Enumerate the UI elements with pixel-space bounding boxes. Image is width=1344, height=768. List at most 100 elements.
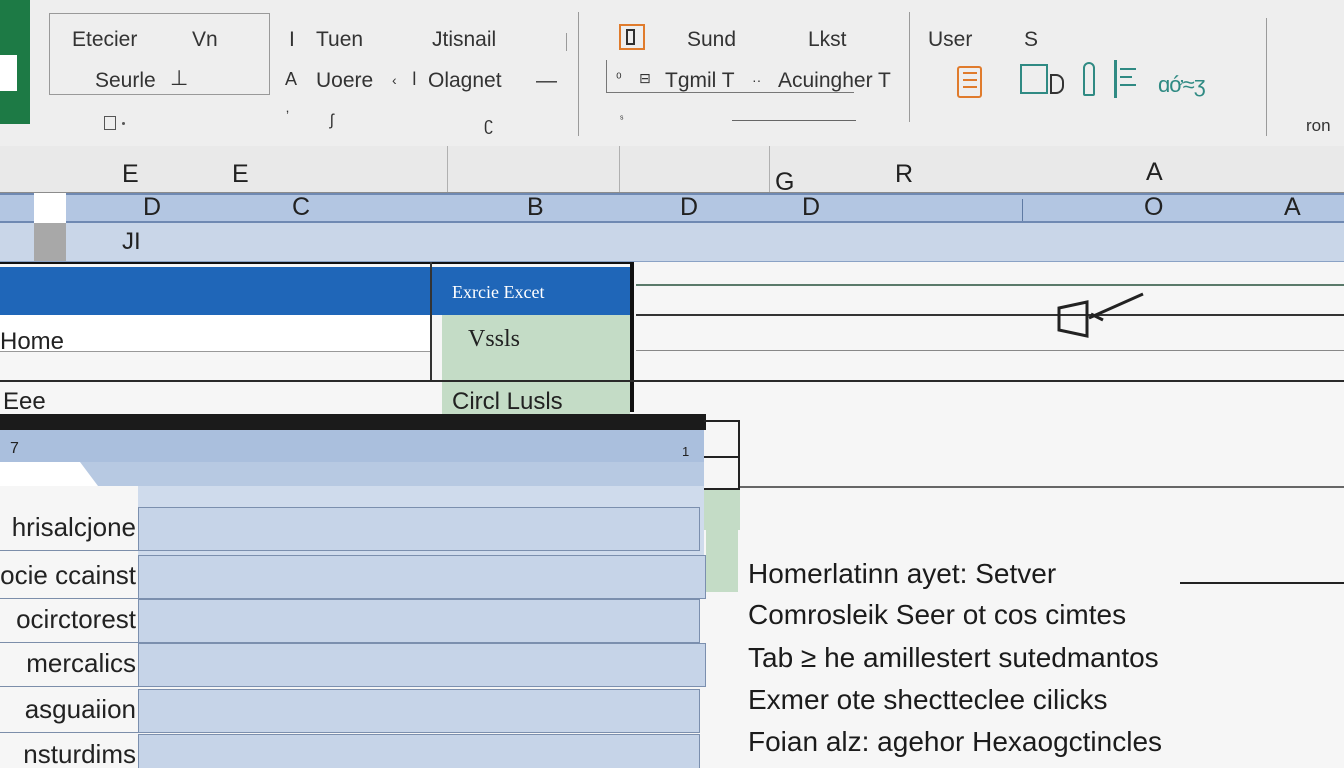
bullet-icon: ⁰ xyxy=(616,70,622,86)
formula-cell-label[interactable]: JI xyxy=(122,228,141,256)
panel-divider xyxy=(430,262,432,382)
justify-button[interactable]: Jtisnail xyxy=(432,28,496,52)
list-item-cell[interactable] xyxy=(138,689,700,733)
circl-label: Circl Lusls xyxy=(452,388,563,415)
group-divider xyxy=(578,12,579,136)
clipboard-icon[interactable] xyxy=(954,60,986,102)
column-letter[interactable]: D xyxy=(143,193,161,222)
align-top-button[interactable]: Tuen xyxy=(316,28,363,52)
column-letter[interactable]: O xyxy=(1144,193,1163,222)
column-letter[interactable]: B xyxy=(527,193,544,222)
list-button[interactable]: Lkst xyxy=(808,28,847,52)
list-item[interactable]: ocie ccainst xyxy=(0,555,138,599)
sheet-icon[interactable] xyxy=(104,116,116,130)
column-letter[interactable]: D xyxy=(680,193,698,222)
merge-icon[interactable]: ʗ xyxy=(484,114,493,135)
select-all-corner[interactable] xyxy=(34,193,66,223)
column-letter[interactable]: D xyxy=(802,193,820,222)
panel-header-text: Exrcie Excet xyxy=(452,282,545,302)
font-style-button[interactable]: Seurle xyxy=(95,69,156,93)
list-item[interactable]: ocirctorest xyxy=(0,599,138,643)
group-edge xyxy=(606,60,607,92)
column-header-label[interactable]: R xyxy=(895,160,913,189)
panel-border xyxy=(0,262,634,264)
list-icon[interactable] xyxy=(1112,60,1140,100)
column-header-label[interactable]: A xyxy=(1146,158,1163,187)
dash-icon: — xyxy=(536,69,557,92)
row-line xyxy=(0,351,430,352)
rotate-icon[interactable]: ʼ xyxy=(286,108,289,124)
sound-button[interactable]: Sund xyxy=(687,28,736,52)
excel-logo-icon[interactable] xyxy=(0,0,30,124)
row-header-corner[interactable] xyxy=(34,223,66,261)
row-line xyxy=(636,284,1344,286)
indent-icon[interactable]: ǀ xyxy=(412,69,417,90)
list-item-cell[interactable] xyxy=(138,643,706,687)
dots-icon: ·· xyxy=(752,72,762,88)
cell-styles-button[interactable]: Acuingher T xyxy=(778,69,891,93)
font-group-box xyxy=(49,13,270,95)
align-button[interactable]: Olagnet xyxy=(428,69,502,93)
s-button[interactable]: S xyxy=(1024,28,1038,52)
list-item-cell[interactable] xyxy=(138,734,700,768)
column-icon[interactable] xyxy=(1083,62,1095,96)
wrap-icon[interactable]: ʃ xyxy=(330,112,334,130)
filter-icon[interactable]: ⊟ xyxy=(639,70,651,87)
paint-icon[interactable] xyxy=(619,24,645,50)
note-underline xyxy=(1180,582,1344,584)
dot-icon xyxy=(122,122,125,125)
column-cell[interactable] xyxy=(770,146,1344,192)
font-name-button[interactable]: Etecier xyxy=(72,28,137,52)
panel-title-bar[interactable] xyxy=(0,267,430,315)
row-line xyxy=(636,314,1344,316)
side-green-cell[interactable] xyxy=(704,490,740,530)
group-divider xyxy=(1266,18,1267,136)
row-line xyxy=(636,350,1344,351)
list-item[interactable]: nsturdims xyxy=(0,734,138,768)
list-item[interactable]: hrisalcjone xyxy=(0,507,138,551)
column-cell[interactable] xyxy=(0,146,448,192)
font-color-icon[interactable]: A xyxy=(285,69,297,90)
format-table-button[interactable]: Tgmil T xyxy=(665,69,735,93)
column-letter-row: D C B D D O A xyxy=(0,193,1344,223)
side-green-cell[interactable] xyxy=(706,528,738,592)
panel-right-border xyxy=(630,262,634,412)
user-button[interactable]: User xyxy=(928,28,972,52)
note-line: Tab ≥ he amillestert sutedmantos xyxy=(748,642,1159,673)
column-header-label[interactable]: E xyxy=(122,160,139,189)
align-left-button[interactable]: I xyxy=(289,28,295,52)
column-header-row: E E G R A xyxy=(0,146,1344,196)
list-item[interactable]: asguaiion xyxy=(0,689,138,733)
column-divider xyxy=(1022,199,1023,221)
column-letter[interactable]: A xyxy=(1284,193,1301,222)
font-size-button[interactable]: Vn xyxy=(192,28,218,52)
ee-label[interactable]: Eee xyxy=(3,388,46,416)
cursor-arrow-icon xyxy=(1057,292,1144,338)
sheet-area: Exrcie Excet Home Vssls Eee Circl Lusls … xyxy=(0,262,1344,768)
column-header-label[interactable]: E xyxy=(232,160,249,189)
group-divider xyxy=(909,12,910,122)
group-divider xyxy=(566,33,567,51)
baseline-icon: ⊥ xyxy=(170,67,189,90)
note-line: Foian alz: agehor Hexaogctincles xyxy=(748,726,1163,757)
list-item-cell[interactable] xyxy=(138,555,706,599)
small-dot-icon: ˢ xyxy=(620,114,624,125)
list-item-cell[interactable] xyxy=(138,507,700,551)
row-line xyxy=(0,380,1344,382)
list-item[interactable]: mercalics xyxy=(0,643,138,687)
column-cell[interactable] xyxy=(620,146,770,192)
list-header-number: 7 xyxy=(10,440,19,457)
note-line: Comrosleik Seer ot cos cimtes xyxy=(748,599,1127,630)
list-header-number: 1 xyxy=(682,444,690,459)
share-icon[interactable]: ɑớ≈ӡ xyxy=(1158,72,1206,98)
side-bracket xyxy=(704,420,740,490)
list-panel-top-border xyxy=(0,414,706,430)
list-item-cell[interactable] xyxy=(138,599,700,643)
list-panel-header[interactable] xyxy=(0,430,704,462)
uppercase-button[interactable]: Uoere xyxy=(316,69,373,93)
list-subheader xyxy=(80,462,704,486)
column-cell[interactable] xyxy=(448,146,620,192)
table-icon[interactable] xyxy=(1020,62,1064,96)
home-row[interactable] xyxy=(0,315,430,351)
column-letter[interactable]: C xyxy=(292,193,310,222)
